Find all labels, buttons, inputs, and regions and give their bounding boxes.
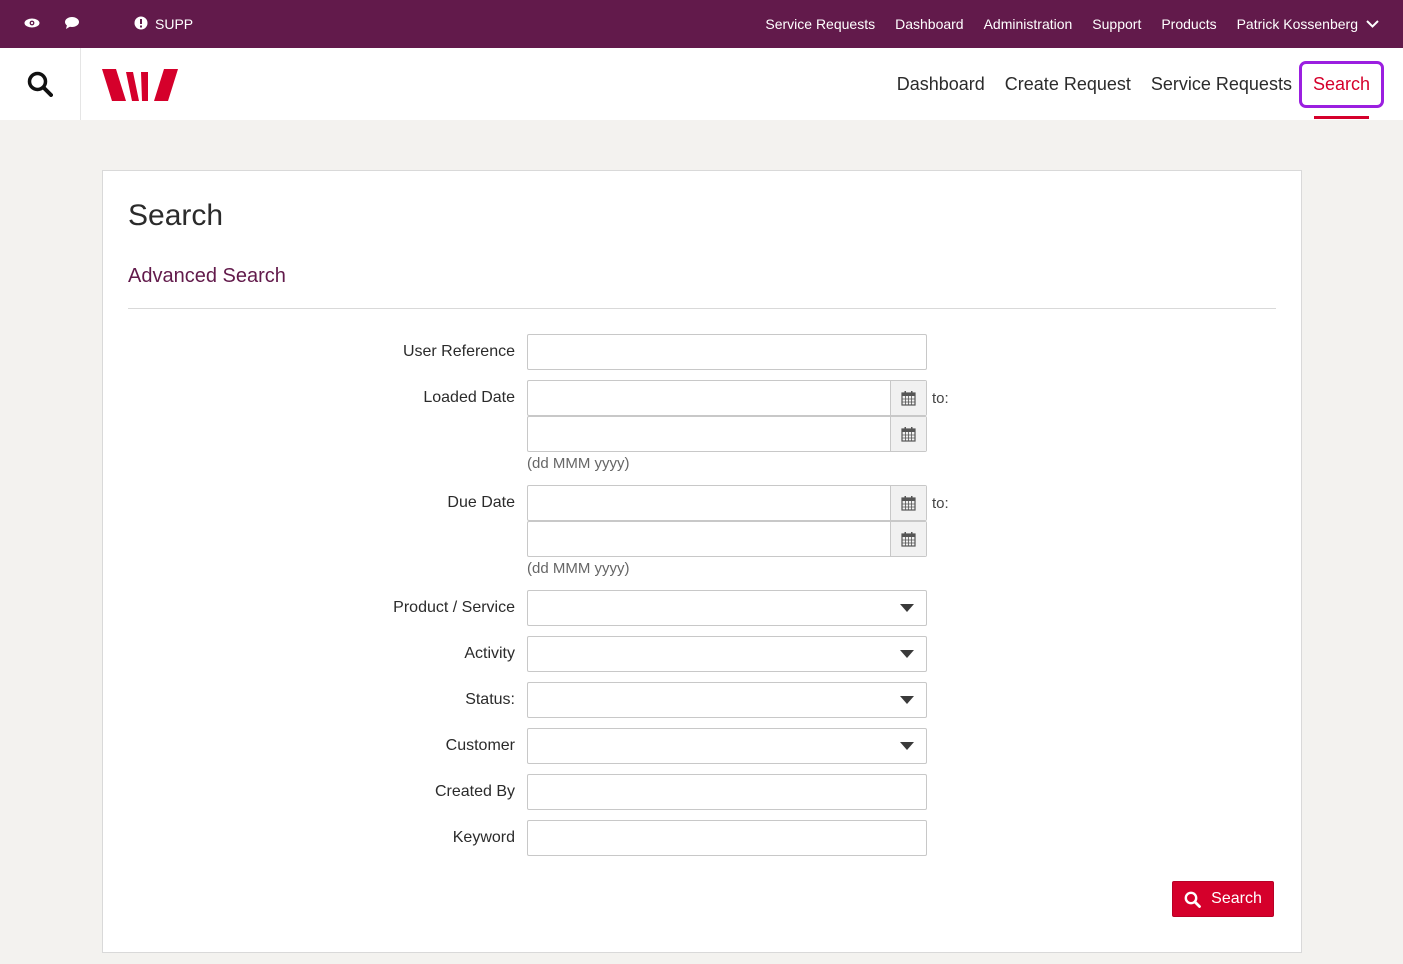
- user-name: Patrick Kossenberg: [1236, 16, 1358, 32]
- caret-down-icon: [900, 650, 914, 658]
- keyword-field[interactable]: [527, 820, 927, 856]
- header-search-button[interactable]: [0, 48, 81, 120]
- chat-icon[interactable]: [63, 14, 81, 32]
- user-reference-label: User Reference: [402, 343, 515, 360]
- user-menu[interactable]: Patrick Kossenberg: [1237, 16, 1379, 32]
- caret-down-icon: [900, 742, 914, 750]
- calendar-icon[interactable]: [890, 381, 926, 415]
- due-date-to-field[interactable]: [527, 521, 927, 557]
- main-nav: Dashboard Create Request Service Request…: [877, 48, 1403, 120]
- calendar-icon[interactable]: [890, 486, 926, 520]
- section-title: Advanced Search: [128, 265, 286, 287]
- loaded-date-hint: (dd MMM yyyy): [527, 455, 630, 472]
- user-reference-input[interactable]: [528, 335, 926, 369]
- top-nav-support[interactable]: Support: [1092, 16, 1141, 32]
- due-date-from-field[interactable]: [527, 485, 927, 521]
- user-reference-field[interactable]: [527, 334, 927, 370]
- search-button[interactable]: Search: [1172, 881, 1274, 917]
- search-button-label: Search: [1211, 890, 1262, 907]
- westpac-logo[interactable]: [102, 69, 178, 106]
- top-bar: SUPP Service Requests Dashboard Administ…: [0, 0, 1403, 48]
- activity-label: Activity: [464, 645, 515, 662]
- loaded-date-label: Loaded Date: [423, 389, 515, 406]
- search-card: Search Advanced Search User Reference Lo…: [102, 170, 1302, 953]
- top-nav-service-requests[interactable]: Service Requests: [765, 16, 875, 32]
- loaded-date-from-input[interactable]: [528, 381, 891, 415]
- product-service-label: Product / Service: [393, 599, 515, 616]
- calendar-icon[interactable]: [890, 522, 926, 556]
- active-nav-indicator: [1314, 116, 1369, 119]
- loaded-date-from-field[interactable]: [527, 380, 927, 416]
- status-select[interactable]: [527, 682, 927, 718]
- caret-down-icon: [900, 604, 914, 612]
- created-by-field[interactable]: [527, 774, 927, 810]
- top-nav-dashboard[interactable]: Dashboard: [895, 16, 964, 32]
- customer-label: Customer: [445, 737, 515, 754]
- page-title: Search: [128, 199, 224, 232]
- loaded-date-to-input[interactable]: [528, 417, 891, 451]
- alert-icon: [132, 14, 150, 32]
- top-nav: Service Requests Dashboard Administratio…: [745, 0, 1403, 48]
- nav-create-request[interactable]: Create Request: [1005, 74, 1131, 95]
- nav-service-requests[interactable]: Service Requests: [1151, 74, 1292, 95]
- divider: [128, 308, 1276, 309]
- top-nav-administration[interactable]: Administration: [984, 16, 1073, 32]
- status-label: Status:: [465, 691, 515, 708]
- search-icon: [1184, 891, 1202, 908]
- created-by-label: Created By: [434, 783, 515, 800]
- search-icon: [27, 71, 53, 97]
- main-header: Dashboard Create Request Service Request…: [0, 48, 1403, 120]
- keyword-label: Keyword: [452, 829, 515, 846]
- eye-icon[interactable]: [23, 14, 41, 32]
- due-date-label: Due Date: [447, 494, 515, 511]
- due-date-from-input[interactable]: [528, 486, 891, 520]
- loaded-date-to-label: to:: [932, 390, 949, 407]
- due-date-to-label: to:: [932, 495, 949, 512]
- nav-dashboard[interactable]: Dashboard: [897, 74, 985, 95]
- nav-search[interactable]: Search: [1298, 60, 1384, 108]
- activity-select[interactable]: [527, 636, 927, 672]
- customer-select[interactable]: [527, 728, 927, 764]
- due-date-to-input[interactable]: [528, 522, 891, 556]
- due-date-hint: (dd MMM yyyy): [527, 560, 630, 577]
- loaded-date-to-field[interactable]: [527, 416, 927, 452]
- top-nav-products[interactable]: Products: [1161, 16, 1216, 32]
- product-service-select[interactable]: [527, 590, 927, 626]
- caret-down-icon: [900, 696, 914, 704]
- chevron-down-icon: [1366, 20, 1379, 28]
- context-label[interactable]: SUPP: [155, 16, 193, 32]
- created-by-input[interactable]: [528, 775, 926, 809]
- calendar-icon[interactable]: [890, 417, 926, 451]
- keyword-input[interactable]: [528, 821, 926, 855]
